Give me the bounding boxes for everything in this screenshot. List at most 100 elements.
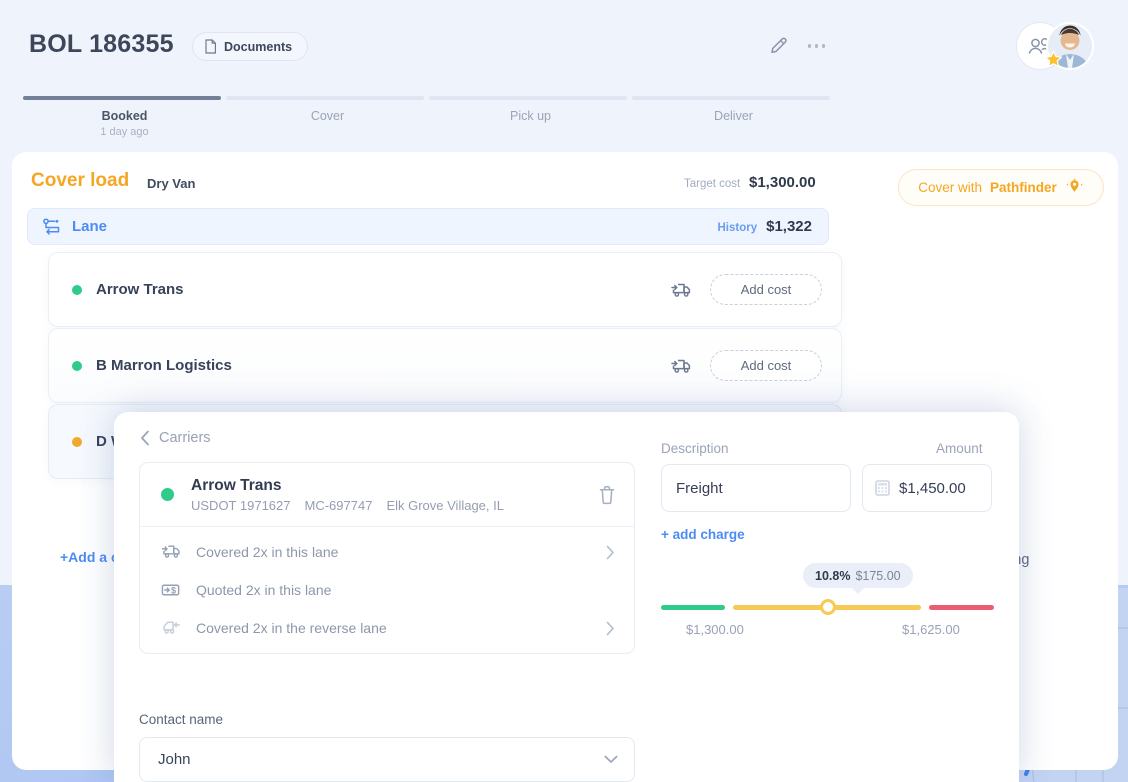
slider-segment-low (661, 605, 725, 610)
back-to-carriers-button[interactable]: Carriers (140, 430, 211, 446)
carrier-row-actions: Add cost (670, 350, 822, 381)
chevron-down-icon (604, 755, 618, 764)
slider-handle[interactable] (820, 599, 836, 615)
cover-with-pathfinder-button[interactable]: Cover with Pathfinder (898, 169, 1104, 206)
route-icon (43, 218, 62, 236)
chevron-left-icon (140, 430, 150, 446)
page-header: BOL 186355 Documents (0, 0, 1128, 140)
calculator-icon (875, 480, 890, 496)
truck-cost-icon[interactable] (670, 280, 692, 299)
pathfinder-brand: Pathfinder (990, 180, 1057, 195)
carrier-row[interactable]: Arrow Trans Add cost (48, 252, 842, 327)
slider-max-value: $1,625.00 (902, 622, 960, 637)
progress-stepper: Booked 1 day ago Cover Pick up Deliver (23, 96, 841, 138)
lane-bar[interactable]: Lane History $1,322 (27, 208, 829, 245)
carrier-name: Arrow Trans (96, 281, 184, 298)
dot-3 (822, 44, 825, 47)
chevron-right-icon (606, 621, 615, 636)
dot-2 (815, 44, 818, 47)
app-root: ting uison LNOIS (0, 0, 1128, 782)
quote-dollar-icon: $ (161, 580, 182, 600)
step-booked[interactable]: Booked 1 day ago (23, 96, 226, 138)
equipment-type: Dry Van (147, 176, 195, 191)
status-dot (72, 437, 82, 447)
description-input[interactable]: Freight (661, 464, 851, 512)
status-dot (161, 488, 174, 501)
step-bar (429, 96, 627, 100)
carrier-row-actions: Add cost (670, 274, 822, 305)
stat-label: Covered 2x in the reverse lane (196, 620, 387, 636)
history-value: $1,322 (766, 218, 812, 235)
target-cost-value: $1,300.00 (749, 174, 816, 191)
stat-label: Quoted 2x in this lane (196, 582, 331, 598)
selected-carrier-info: Arrow Trans USDOT 1971627 MC-697747 Elk … (191, 476, 504, 512)
stat-label: Covered 2x in this lane (196, 544, 338, 560)
margin-slider[interactable] (661, 604, 994, 612)
truck-arrow-icon (161, 542, 182, 562)
step-label: Deliver (632, 109, 835, 123)
svg-text:$: $ (171, 585, 176, 595)
step-label: Cover (226, 109, 429, 123)
slider-min-value: $1,300.00 (686, 622, 744, 637)
step-bar (226, 96, 424, 100)
truck-reverse-icon (161, 618, 182, 638)
pathfinder-prefix: Cover with (918, 180, 982, 195)
mc-number: MC-697747 (305, 498, 373, 513)
contact-name-label: Contact name (139, 712, 223, 727)
contact-name-select[interactable]: John (139, 737, 635, 782)
lane-left: Lane (43, 218, 107, 236)
amount-value: $1,450.00 (899, 480, 966, 497)
selected-carrier-header: Arrow Trans USDOT 1971627 MC-697747 Elk … (140, 463, 634, 527)
step-deliver[interactable]: Deliver (632, 96, 835, 138)
step-sublabel: 1 day ago (23, 126, 226, 138)
description-value: Freight (676, 480, 723, 497)
avatar-group[interactable] (1016, 22, 1094, 70)
step-label: Pick up (429, 109, 632, 123)
description-label: Description (661, 441, 729, 456)
status-dot (72, 285, 82, 295)
page-title: BOL 186355 (29, 30, 174, 59)
margin-amount: $175.00 (855, 569, 900, 583)
history-label[interactable]: History (717, 222, 757, 234)
selected-carrier-meta: USDOT 1971627 MC-697747 Elk Grove Villag… (191, 498, 504, 513)
map-pin-icon (1065, 178, 1084, 197)
chevron-right-icon (606, 545, 615, 560)
star-icon (1044, 50, 1063, 69)
lane-label: Lane (72, 218, 107, 235)
step-bar (632, 96, 830, 100)
cover-load-title: Cover load (31, 170, 129, 192)
add-cost-button[interactable]: Add cost (710, 350, 822, 381)
status-dot (72, 361, 82, 371)
amount-input[interactable]: $1,450.00 (862, 464, 992, 512)
lane-right: History $1,322 (717, 218, 812, 235)
selected-carrier-card: Arrow Trans USDOT 1971627 MC-697747 Elk … (139, 462, 635, 654)
truck-cost-icon[interactable] (670, 356, 692, 375)
amount-label: Amount (936, 441, 983, 456)
pencil-icon[interactable] (768, 35, 790, 57)
documents-label: Documents (224, 40, 292, 54)
step-label: Booked (23, 109, 226, 123)
more-options-button[interactable] (808, 36, 832, 56)
documents-button[interactable]: Documents (192, 32, 308, 61)
stat-covered-lane[interactable]: Covered 2x in this lane (140, 527, 634, 569)
step-pickup[interactable]: Pick up (429, 96, 632, 138)
dot-1 (808, 44, 811, 47)
selected-carrier-name: Arrow Trans (191, 476, 504, 495)
add-charge-link[interactable]: + add charge (661, 527, 745, 542)
slider-segment-high (929, 605, 994, 610)
carrier-location: Elk Grove Village, IL (386, 498, 504, 513)
back-label: Carriers (159, 430, 211, 446)
trash-icon[interactable] (598, 485, 616, 505)
stat-covered-reverse-lane[interactable]: Covered 2x in the reverse lane (140, 611, 634, 653)
document-icon (204, 39, 217, 54)
stat-quoted-lane[interactable]: $ Quoted 2x in this lane (140, 569, 634, 611)
step-bar (23, 96, 221, 100)
contact-name-value: John (158, 751, 191, 768)
carrier-row[interactable]: B Marron Logistics Add cost (48, 328, 842, 403)
add-cost-button[interactable]: Add cost (710, 274, 822, 305)
carrier-name: B Marron Logistics (96, 357, 232, 374)
usdot-number: USDOT 1971627 (191, 498, 291, 513)
margin-percent: 10.8% (815, 569, 850, 583)
target-cost-label: Target cost (684, 178, 740, 190)
step-cover[interactable]: Cover (226, 96, 429, 138)
